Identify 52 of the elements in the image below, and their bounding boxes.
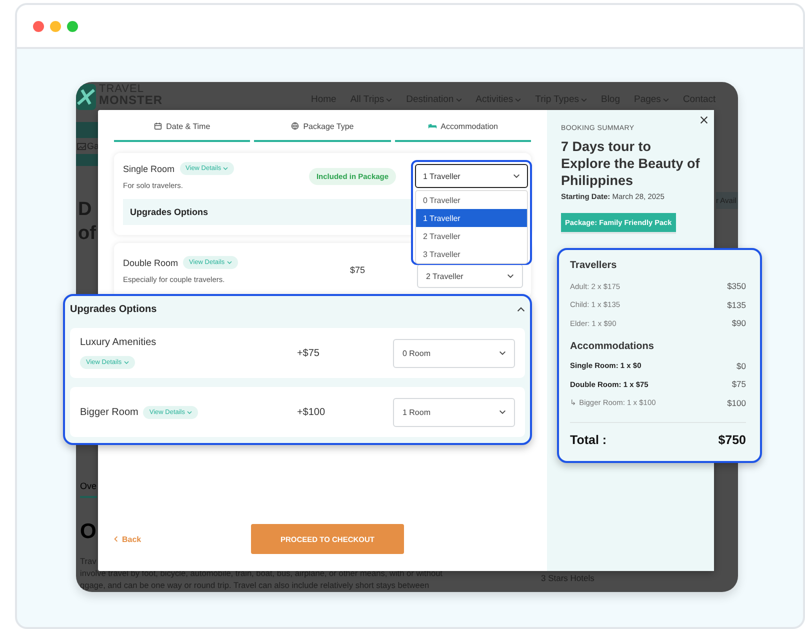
upgrade-price: +$75 bbox=[296, 348, 320, 358]
chevron-down-icon bbox=[507, 274, 514, 278]
room-name: Single Room bbox=[123, 164, 175, 174]
globe-icon bbox=[291, 122, 300, 130]
line-amount: $75 bbox=[732, 379, 746, 390]
traveller-select[interactable]: 2 Traveller bbox=[417, 264, 523, 288]
line-amount: $100 bbox=[727, 398, 746, 408]
line-amount: $350 bbox=[727, 281, 746, 292]
summary-heading: Travellers bbox=[570, 260, 618, 271]
chevron-down-icon bbox=[513, 174, 520, 178]
room-select[interactable]: 1 Room bbox=[393, 398, 515, 426]
step-tab[interactable]: Date & Time bbox=[114, 110, 250, 142]
total-amount: $750 bbox=[718, 433, 746, 447]
chevron-down-icon bbox=[226, 261, 232, 264]
traveller-select[interactable]: 1 Traveller bbox=[415, 164, 528, 188]
close-icon[interactable] bbox=[700, 116, 708, 124]
total-label: Total : bbox=[570, 433, 607, 447]
chevron-down-icon bbox=[187, 410, 192, 414]
step-tab[interactable]: Accommodation bbox=[394, 110, 531, 142]
site-banner bbox=[76, 122, 98, 138]
bed-icon bbox=[428, 123, 437, 129]
window-dot[interactable] bbox=[50, 20, 61, 32]
chevron-down-icon bbox=[498, 351, 506, 355]
section-heading: O bbox=[80, 520, 96, 544]
site-banner bbox=[76, 154, 98, 166]
dropdown-option[interactable]: 3 Traveller bbox=[416, 245, 527, 263]
room-select[interactable]: 0 Room bbox=[393, 338, 515, 368]
trip-title: 7 Days tour to Explore the Beauty of Philippines bbox=[561, 138, 701, 189]
summary-heading: Accommodations bbox=[570, 340, 655, 352]
upgrade-name: Bigger Room bbox=[80, 406, 138, 418]
chevron-down-icon bbox=[498, 410, 506, 414]
chevron-left-icon bbox=[114, 536, 118, 542]
window-dot[interactable] bbox=[67, 20, 78, 32]
step-tab[interactable]: Package Type bbox=[254, 110, 391, 142]
window-dot[interactable] bbox=[33, 20, 44, 32]
upgrades-title: Upgrades Options bbox=[70, 304, 157, 314]
back-link[interactable]: Back bbox=[114, 534, 251, 544]
airplane-logo-icon bbox=[76, 84, 96, 110]
chevron-up-icon bbox=[517, 306, 525, 312]
calendar-icon bbox=[154, 122, 162, 130]
room-name: Double Room bbox=[123, 258, 178, 268]
chevron-down-icon bbox=[124, 361, 129, 364]
upgrade-name: Luxury Amenities bbox=[80, 337, 156, 348]
line-amount: $90 bbox=[732, 318, 746, 328]
line-amount: $135 bbox=[727, 300, 746, 310]
chevron-down-icon bbox=[223, 167, 228, 170]
room-price: $75 bbox=[350, 265, 366, 275]
line-amount: $0 bbox=[736, 360, 746, 371]
dropdown-option[interactable]: 2 Traveller bbox=[416, 227, 527, 245]
dropdown-option[interactable]: 1 Traveller bbox=[416, 209, 527, 227]
upgrade-price: +$100 bbox=[296, 406, 326, 418]
image-icon bbox=[77, 142, 86, 150]
